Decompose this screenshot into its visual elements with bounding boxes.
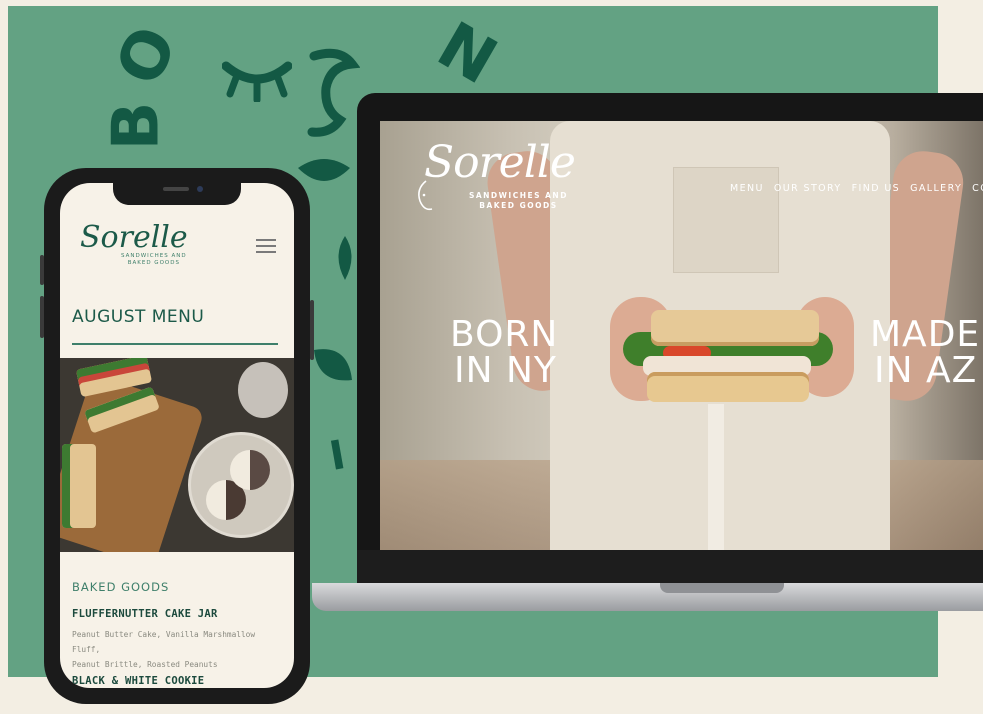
laptop-hinge-notch [660, 583, 784, 593]
ring-letter-b: B [99, 101, 174, 151]
menu-item-title: FLUFFERNUTTER CAKE JAR [72, 608, 218, 620]
hero-headline-right: MADE IN AZ [870, 314, 981, 391]
site-logo-wordmark: Sorelle [424, 137, 576, 188]
section-title-baked-goods: BAKED GOODS [72, 580, 170, 594]
menu-item-title: BLACK & WHITE COOKIE [72, 675, 205, 687]
phone-camera [197, 186, 203, 192]
nav-item-menu[interactable]: MENU [730, 183, 764, 194]
site-nav: MENU OUR STORY FIND US GALLERY CO [730, 183, 983, 194]
site-logo-tagline: SANDWICHES AND BAKED GOODS [468, 191, 568, 211]
nav-item-our-story[interactable]: OUR STORY [774, 183, 842, 194]
mobile-logo[interactable]: Sorelle SANDWICHES AND BAKED GOODS [80, 223, 188, 267]
site-logo[interactable]: Sorelle SANDWICHES AND BAKED GOODS [398, 137, 576, 211]
wink-eye-icon [222, 61, 292, 102]
menu-heading: AUGUST MENU [72, 307, 205, 327]
face-nose-icon [307, 48, 360, 137]
hamburger-icon[interactable] [256, 239, 276, 253]
face-logo-icon [418, 180, 433, 211]
nav-item-gallery[interactable]: GALLERY [910, 183, 962, 194]
phone-website-screen: Sorelle SANDWICHES AND BAKED GOODS AUGUS… [60, 183, 294, 688]
top-border [0, 0, 983, 6]
menu-item-description: Peanut Butter Cake, Vanilla Marshmallow … [72, 630, 256, 669]
hero-headline-left: BORN IN NY [450, 314, 559, 391]
nav-item-find-us[interactable]: FIND US [852, 183, 901, 194]
laptop-base [312, 583, 983, 611]
mobile-logo-wordmark: Sorelle [80, 220, 188, 255]
hero-sandwich [623, 310, 833, 404]
phone-speaker [163, 187, 189, 191]
menu-food-photo [60, 358, 294, 552]
phone-power-button [310, 300, 314, 360]
nav-item-contact[interactable]: CO [972, 183, 983, 194]
heading-divider [72, 343, 278, 345]
laptop-bezel-bottom [357, 550, 983, 584]
hero-photo-apron-tie [708, 404, 724, 550]
leaf-ornament-icon [314, 349, 352, 381]
leaf-ornament-icon [338, 236, 352, 280]
laptop-website-screen: Sorelle SANDWICHES AND BAKED GOODS MENU … [380, 121, 983, 550]
mobile-logo-tagline: SANDWICHES AND BAKED GOODS [121, 253, 187, 267]
